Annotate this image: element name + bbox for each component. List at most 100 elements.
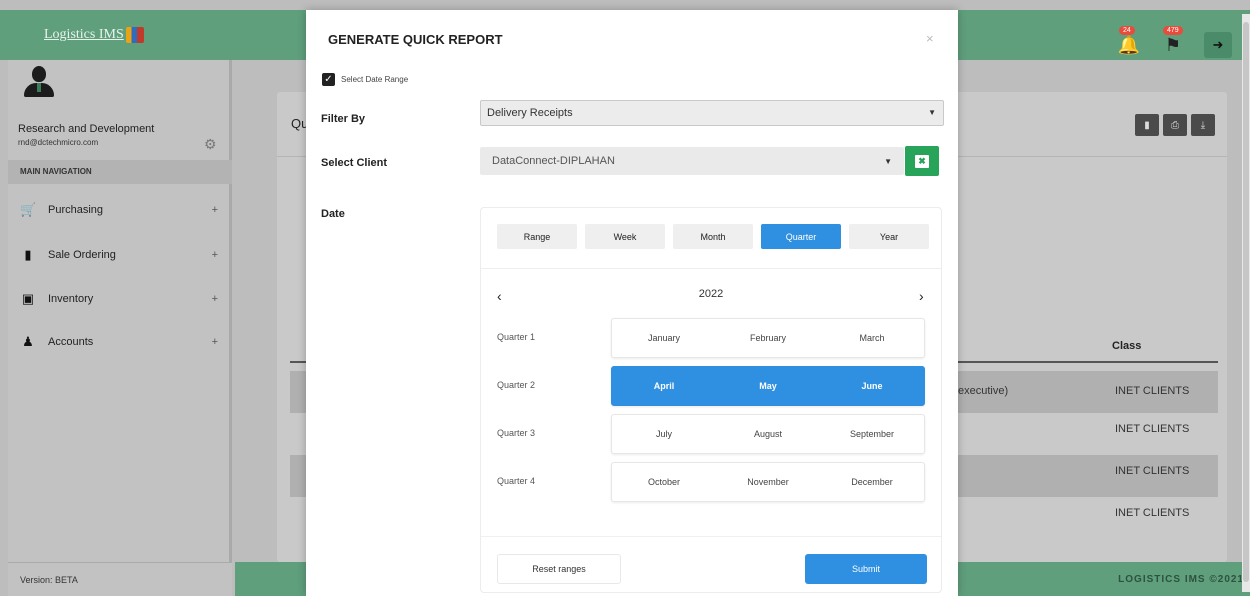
tab-week[interactable]: Week [585, 224, 665, 249]
filter-by-label: Filter By [321, 113, 366, 125]
sidebar-item-label: Sale Ordering [48, 249, 116, 261]
page-scrollbar[interactable] [1242, 14, 1250, 592]
notification-count: 24 [1119, 26, 1135, 35]
panel-actions: ▮ ⎙ ⤓ [1135, 114, 1215, 136]
sidebar-item-label: Purchasing [48, 204, 104, 216]
document-icon: ▮ [24, 247, 32, 262]
table-cell-class: INET CLIENTS [1115, 507, 1190, 519]
filter-by-value: Delivery Receipts [487, 107, 573, 119]
quarter-2-button[interactable]: April May June [611, 366, 925, 406]
cart-icon: 🛒 [20, 202, 37, 217]
client-select[interactable]: DataConnect-DIPLAHAN ▼ [480, 147, 904, 175]
modal-title: GENERATE QUICK REPORT [328, 32, 503, 47]
checkbox-checked-icon[interactable]: ✓ [322, 73, 335, 86]
month-label: November [747, 477, 789, 487]
sidebar-item-purchasing[interactable]: 🛒 Purchasing + [8, 190, 232, 230]
table-cell: executive) [958, 385, 1009, 397]
gear-icon[interactable]: ⚙ [204, 136, 217, 153]
sidebar: Research and Development rnd@dctechmicro… [8, 60, 232, 562]
sidebar-item-accounts[interactable]: ♟ Accounts + [8, 322, 232, 362]
quarter-row-3: Quarter 3 July August September [481, 414, 941, 454]
backspace-icon: ✖ [915, 154, 929, 168]
close-icon[interactable]: × [926, 31, 934, 46]
expand-icon: + [211, 293, 218, 305]
client-value: DataConnect-DIPLAHAN [492, 155, 615, 167]
quick-report-modal: GENERATE QUICK REPORT × ✓ Select Date Ra… [306, 10, 958, 596]
quarter-row-2: Quarter 2 April May June [481, 366, 941, 406]
sidebar-item-label: Accounts [48, 336, 94, 348]
month-label: January [647, 333, 681, 343]
chevron-right-icon[interactable]: › [919, 288, 924, 304]
flag-count: 479 [1163, 26, 1183, 35]
month-label: October [647, 477, 680, 487]
quarter-3-button[interactable]: July August September [611, 414, 925, 454]
file-button[interactable]: ▮ [1135, 114, 1159, 136]
divider [481, 268, 941, 269]
submit-button[interactable]: Submit [805, 554, 927, 584]
period-tabs: Range Week Month Quarter Year [497, 224, 929, 249]
quarter-4-button[interactable]: October November December [611, 462, 925, 502]
sidebar-item-label: Inventory [48, 293, 94, 305]
quarter-row-1: Quarter 1 January February March [481, 318, 941, 358]
sidebar-item-inventory[interactable]: ▣ Inventory + [8, 279, 232, 319]
quarter-label: Quarter 3 [497, 428, 536, 438]
users-icon: ♟ [22, 334, 34, 349]
reset-ranges-button[interactable]: Reset ranges [497, 554, 621, 584]
month-label: February [749, 333, 786, 343]
footer-brand: LOGISTICS IMS ©2021 [1118, 574, 1244, 585]
tab-quarter[interactable]: Quarter [761, 224, 841, 249]
month-label: May [759, 381, 777, 391]
avatar [22, 66, 56, 100]
bell-icon: 🔔 [1117, 34, 1141, 55]
tab-month[interactable]: Month [673, 224, 753, 249]
flag-icon: ⚑ [1164, 34, 1182, 55]
date-range-picker: Range Week Month Quarter Year 2022 ‹ › Q… [480, 207, 942, 593]
month-label: September [849, 429, 895, 439]
table-cell-class: INET CLIENTS [1115, 385, 1190, 397]
quarter-label: Quarter 1 [497, 332, 536, 342]
table-cell-class: INET CLIENTS [1115, 465, 1190, 477]
column-header-class: Class [1112, 340, 1142, 352]
expand-icon: + [211, 336, 218, 348]
notifications-flag[interactable]: ⚑ 479 [1160, 26, 1186, 58]
version-label: Version: BETA [8, 562, 232, 596]
month-label: June [861, 381, 883, 391]
expand-icon: + [211, 249, 218, 261]
year-label: 2022 [698, 288, 724, 300]
sign-out-icon: ➜ [1212, 37, 1224, 52]
user-name: Research and Development [18, 123, 155, 135]
chevron-down-icon: ▼ [928, 108, 936, 117]
print-button[interactable]: ⎙ [1163, 114, 1187, 136]
caret-down-icon: ▼ [884, 157, 892, 166]
sidebar-item-sale-ordering[interactable]: ▮ Sale Ordering + [8, 235, 232, 275]
checkbox-label: Select Date Range [341, 75, 409, 84]
quarter-1-button[interactable]: January February March [611, 318, 925, 358]
chevron-left-icon[interactable]: ‹ [497, 288, 502, 304]
month-label: March [859, 333, 885, 343]
quarter-row-4: Quarter 4 October November December [481, 462, 941, 502]
date-label: Date [321, 208, 345, 220]
month-label: December [851, 477, 893, 487]
notifications-bell[interactable]: 🔔 24 [1116, 26, 1142, 58]
brand-logo-icon [125, 27, 144, 43]
filter-by-select[interactable]: Delivery Receipts ▼ [480, 100, 944, 126]
file-icon: ▮ [1144, 119, 1150, 131]
expand-icon: + [211, 204, 218, 216]
quarter-label: Quarter 2 [497, 380, 536, 390]
select-client-label: Select Client [321, 157, 388, 169]
brand-name[interactable]: Logistics IMS [44, 27, 124, 43]
print-icon: ⎙ [1171, 119, 1179, 131]
download-icon: ⤓ [1200, 119, 1206, 131]
clear-client-button[interactable]: ✖ [905, 146, 939, 176]
quarter-label: Quarter 4 [497, 476, 536, 486]
select-date-range-checkbox[interactable]: ✓ Select Date Range [322, 73, 408, 86]
tab-year[interactable]: Year [849, 224, 929, 249]
month-label: April [653, 381, 675, 391]
user-email: rnd@dctechmicro.com [18, 138, 99, 147]
month-label: August [753, 429, 783, 439]
inventory-icon: ▣ [21, 291, 35, 306]
logout-button[interactable]: ➜ [1204, 32, 1232, 58]
divider [481, 536, 941, 537]
download-button[interactable]: ⤓ [1191, 114, 1215, 136]
tab-range[interactable]: Range [497, 224, 577, 249]
